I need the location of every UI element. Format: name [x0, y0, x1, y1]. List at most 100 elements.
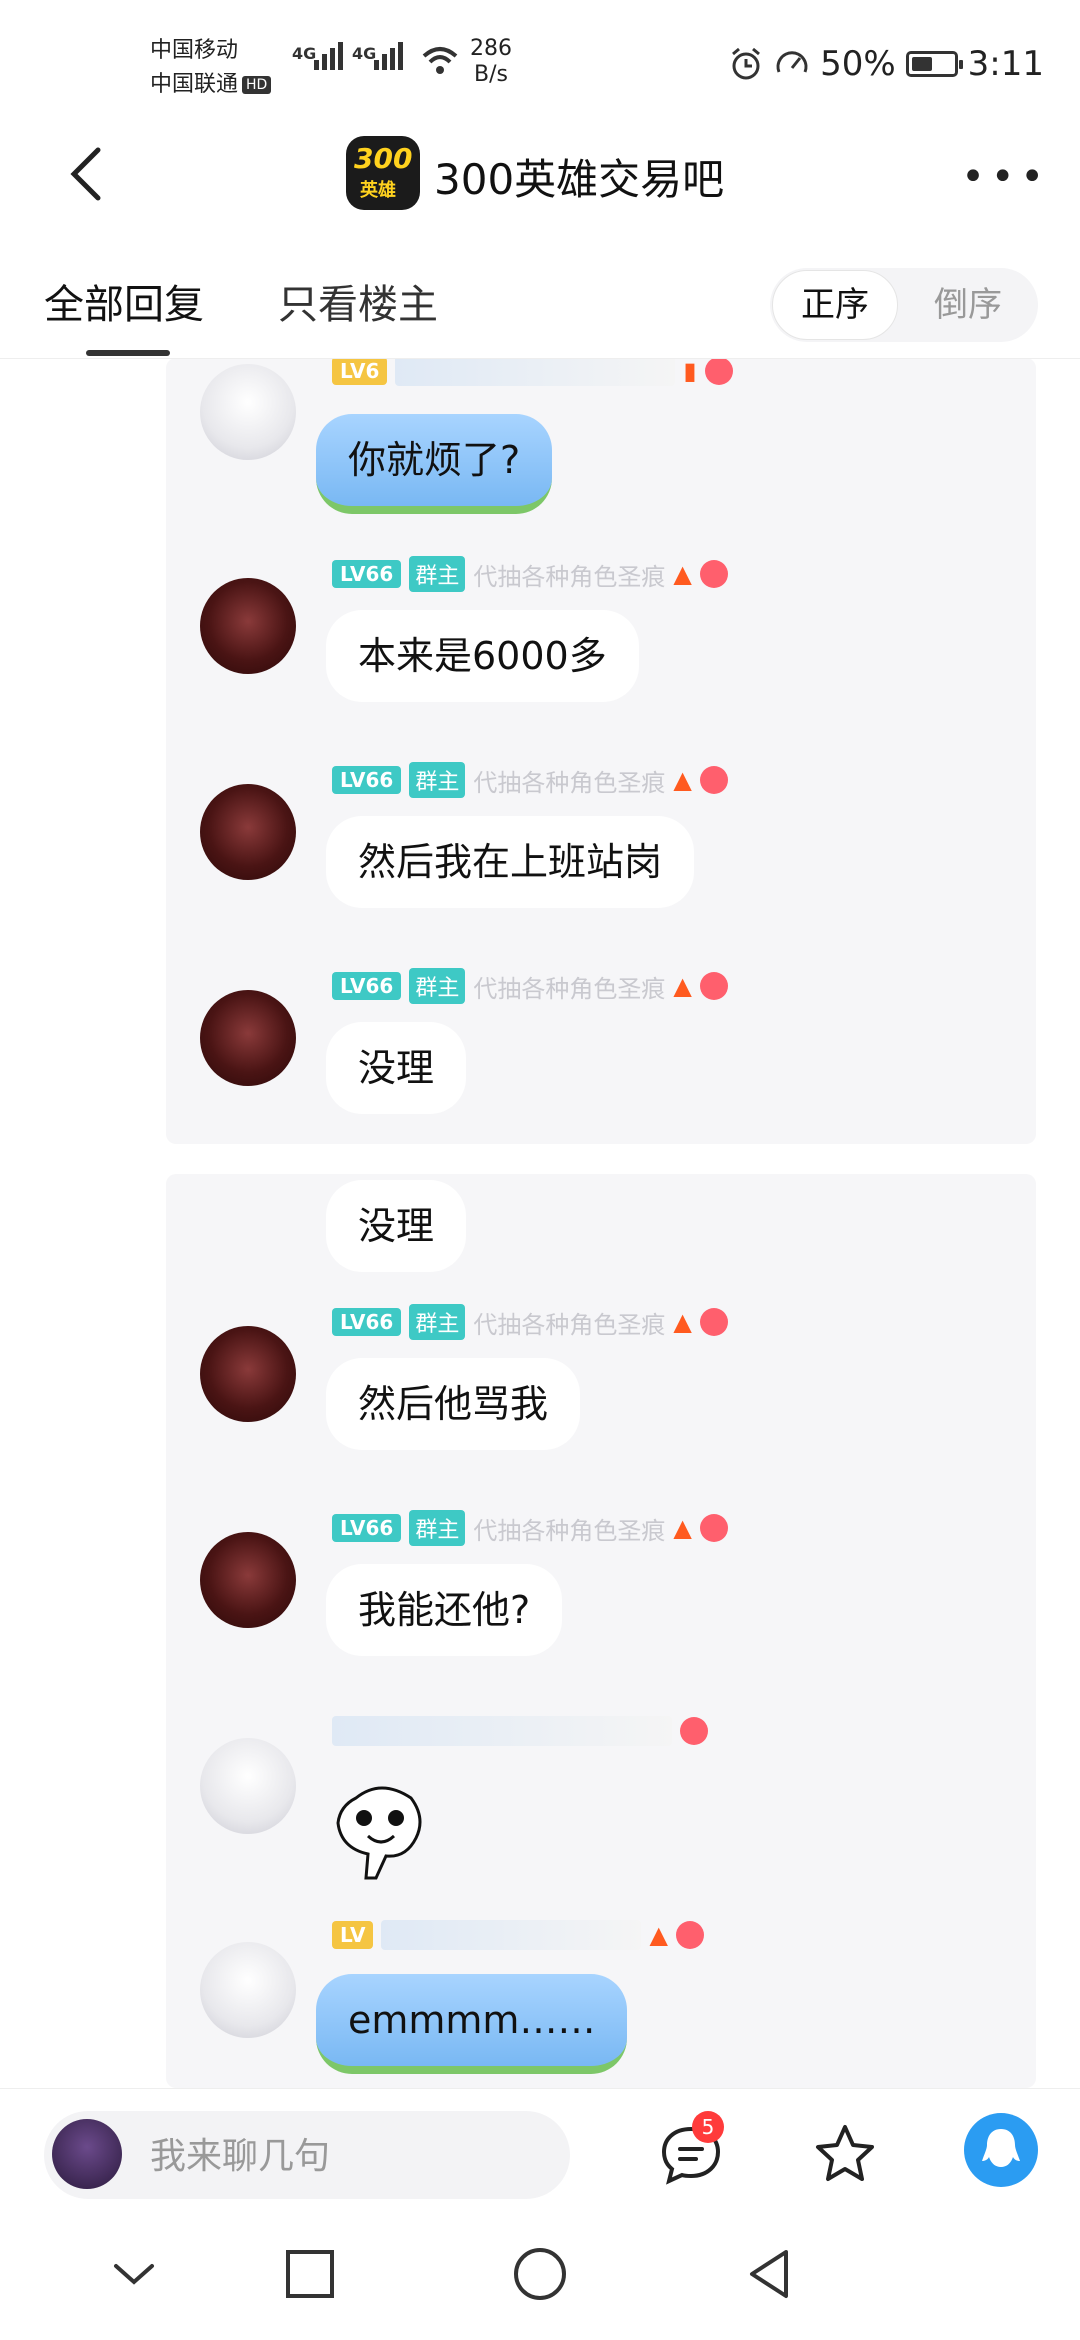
star-icon: [816, 2125, 874, 2181]
chat-screenshot[interactable]: 没理 LV66 群主 代抽各种角色圣痕 ▲ 然后他骂我 LV66 群主 代抽各种…: [166, 1174, 1036, 2088]
message-meta: LV66 群主 代抽各种角色圣痕 ▲: [332, 762, 728, 798]
chevron-down-icon[interactable]: [102, 2242, 166, 2306]
level-badge: LV66: [332, 766, 402, 794]
chat-bubble: 没理: [326, 1022, 467, 1114]
message-meta: LV66 群主 代抽各种角色圣痕 ▲: [332, 1304, 728, 1340]
battery-level: [911, 57, 932, 71]
avatar: [200, 364, 296, 460]
tab-owner-only[interactable]: 只看楼主: [278, 272, 438, 330]
qq-icon: [982, 2129, 1020, 2167]
avatar: [200, 578, 296, 674]
fire-icon: ▮: [683, 358, 697, 385]
message-meta: LV ▲: [332, 1920, 704, 1950]
carrier-info: 中国移动 中国联通 HD: [150, 34, 272, 102]
fire-icon: ▲: [673, 1514, 692, 1542]
level-badge: LV66: [332, 1514, 402, 1542]
fire-icon: ▲: [673, 972, 692, 1000]
circle-home-icon[interactable]: [508, 2242, 572, 2306]
chat-bubble: 我能还他?: [326, 1564, 563, 1656]
chat-bubble: 然后我在上班站岗: [326, 816, 695, 908]
emoji-face-icon: [675, 1921, 704, 1949]
sort-asc-button[interactable]: 正序: [772, 270, 898, 340]
chat-bubble: 你就烦了?: [316, 414, 553, 514]
owner-badge: 群主: [409, 762, 466, 798]
emoji-face-icon: [680, 1717, 708, 1745]
net-speed: 286 B/s: [470, 36, 512, 87]
system-nav-bar: [0, 2208, 1080, 2340]
battery-percent: 50%: [820, 44, 896, 84]
square-recents-icon[interactable]: [278, 2242, 342, 2306]
sticker-face-icon: [336, 1786, 422, 1880]
emoji-face-icon: [699, 560, 728, 588]
battery-icon: [905, 51, 963, 77]
avatar: [200, 1738, 296, 1834]
qq-share-button[interactable]: [964, 2113, 1038, 2187]
forum-title[interactable]: 300英雄交易吧: [434, 146, 724, 207]
message-meta: LV66 群主 代抽各种角色圣痕 ▲: [332, 556, 728, 592]
level-badge: LV: [332, 1921, 374, 1949]
message-meta: LV66 群主 代抽各种角色圣痕 ▲: [332, 968, 728, 1004]
status-bar: 中国移动 中国联通 HD 4G 4G 286 B/s 50% 3:11: [0, 0, 1080, 120]
user-tagline: 代抽各种角色圣痕: [473, 1516, 666, 1545]
avatar: [200, 1326, 296, 1422]
message-meta: LV66 群主 代抽各种角色圣痕 ▲: [332, 1510, 728, 1546]
signal-icon: [314, 42, 346, 70]
carrier-2: 中国联通: [150, 72, 239, 97]
emoji-face-icon: [699, 1514, 728, 1542]
avatar[interactable]: [52, 2119, 122, 2189]
owner-badge: 群主: [409, 1304, 466, 1340]
active-tab-indicator: [86, 350, 170, 356]
blurred-name: [395, 358, 676, 386]
emoji-face-icon: [699, 972, 728, 1000]
favorite-button[interactable]: [810, 2119, 880, 2189]
chat-bubble: emmmm……: [316, 1974, 628, 2074]
reply-input[interactable]: [148, 2131, 552, 2181]
hd-badge: HD: [242, 76, 272, 94]
level-badge: LV6: [332, 358, 388, 385]
carrier-1: 中国移动: [150, 38, 239, 63]
message-meta: LV6 ▮: [332, 358, 733, 386]
speedometer-icon: [776, 51, 808, 73]
tab-all-replies[interactable]: 全部回复: [44, 272, 204, 330]
bottom-action-bar: 5: [0, 2088, 1080, 2209]
chat-bubble: 本来是6000多: [326, 610, 639, 702]
blurred-name: [381, 1920, 642, 1950]
sort-desc-button[interactable]: 倒序: [934, 268, 1002, 342]
level-badge: LV66: [332, 1308, 402, 1336]
user-tagline: 代抽各种角色圣痕: [473, 974, 666, 1003]
signal-icon: [374, 42, 406, 70]
emoji-face-icon: [699, 1308, 728, 1336]
comment-button[interactable]: 5: [656, 2111, 726, 2189]
forum-logo[interactable]: 300 英雄: [346, 136, 420, 210]
owner-badge: 群主: [409, 968, 466, 1004]
title-bar: 300 英雄 300英雄交易吧 •••: [0, 120, 1080, 230]
network-type-2: 4G: [352, 44, 377, 63]
fire-icon: ▲: [673, 1308, 692, 1336]
emoji-face-icon: [699, 766, 728, 794]
owner-badge: 群主: [409, 556, 466, 592]
triangle-back-icon[interactable]: [738, 2242, 802, 2306]
avatar: [200, 990, 296, 1086]
user-tagline: 代抽各种角色圣痕: [473, 562, 666, 591]
avatar: [200, 784, 296, 880]
owner-badge: 群主: [409, 1510, 466, 1546]
message-count-badge: 5: [692, 2111, 724, 2143]
chevron-left-icon[interactable]: [60, 144, 120, 204]
alarm-icon: [732, 47, 761, 80]
user-tagline: 代抽各种角色圣痕: [473, 1310, 666, 1339]
reply-compose[interactable]: [44, 2111, 570, 2199]
fire-icon: ▲: [673, 560, 692, 588]
avatar: [200, 1532, 296, 1628]
network-type-1: 4G: [292, 44, 317, 63]
more-icon[interactable]: •••: [961, 154, 1050, 200]
wifi-icon: [422, 47, 458, 74]
fire-icon: ▲: [649, 1921, 668, 1949]
level-badge: LV66: [332, 560, 402, 588]
chat-screenshot[interactable]: LV6 ▮ 你就烦了? LV66 群主 代抽各种角色圣痕 ▲ 本来是6000多 …: [166, 358, 1036, 1144]
reply-tabs: 全部回复 只看楼主 正序 倒序: [0, 232, 1080, 359]
blurred-name: [332, 1716, 672, 1746]
chat-bubble: 然后他骂我: [326, 1358, 581, 1450]
fire-icon: ▲: [673, 766, 692, 794]
chat-bubble: 没理: [326, 1180, 467, 1272]
clock: 3:11: [967, 44, 1044, 84]
